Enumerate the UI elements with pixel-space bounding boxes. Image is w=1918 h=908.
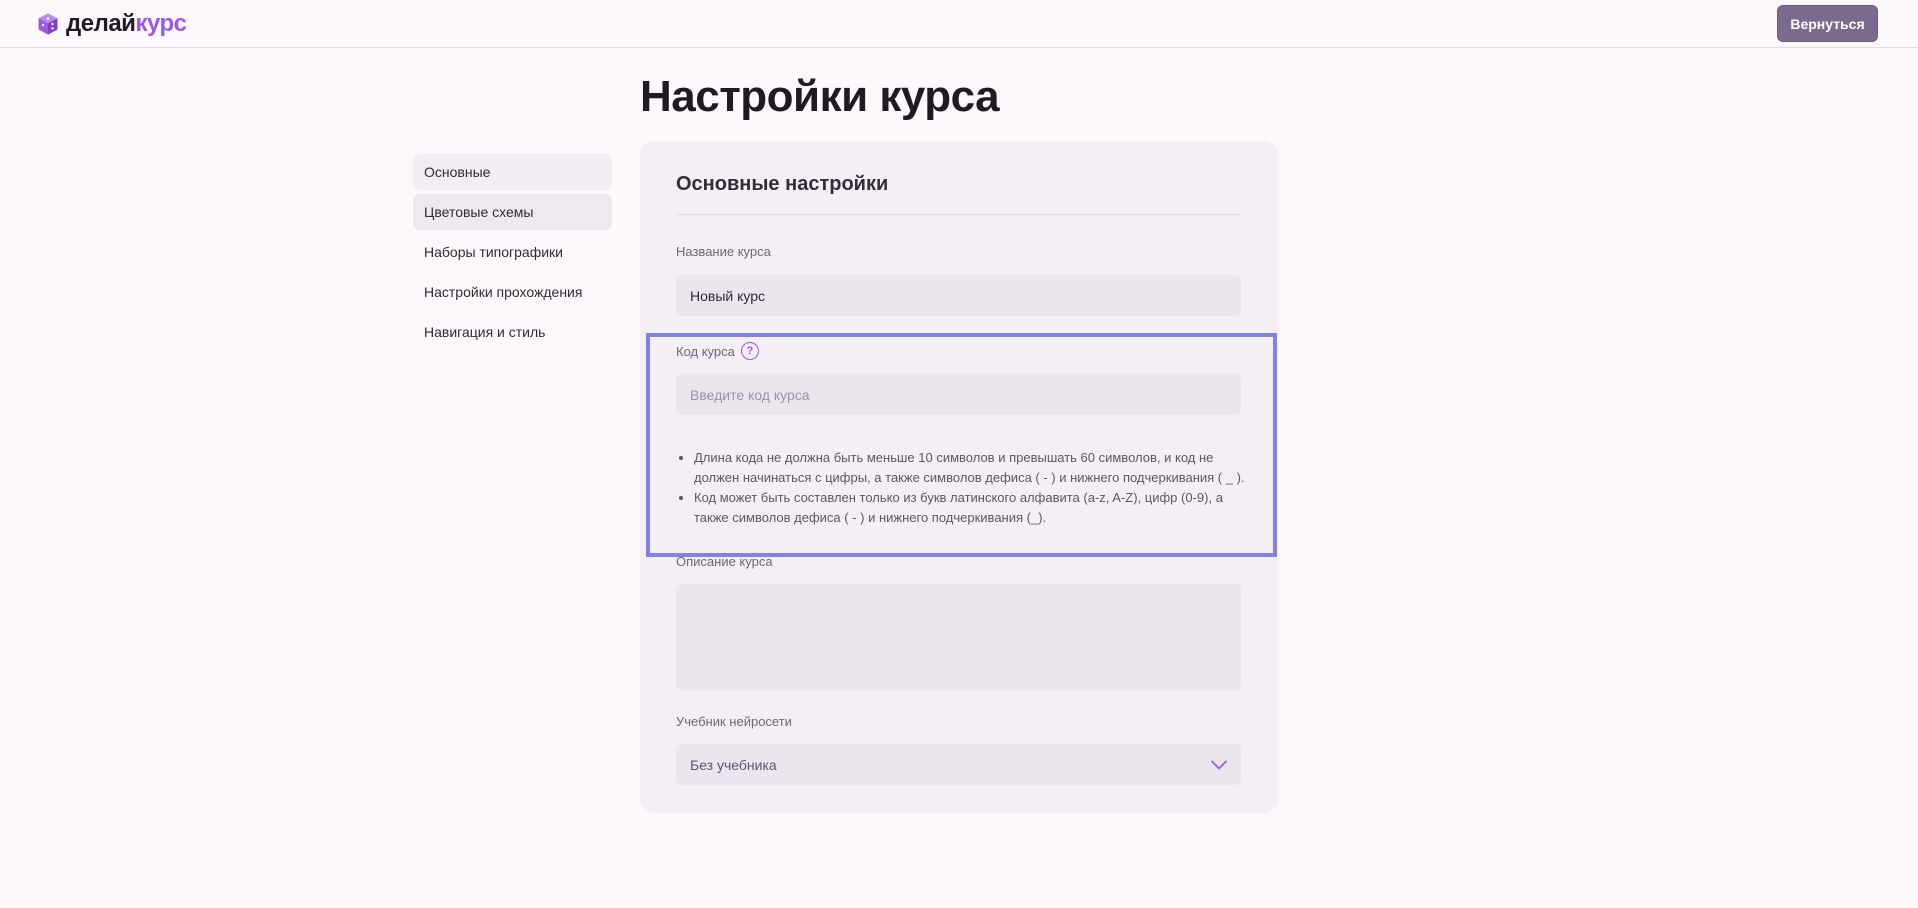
ai-textbook-label: Учебник нейросети xyxy=(676,714,792,729)
sidebar-item-label: Навигация и стиль xyxy=(424,324,546,340)
back-button[interactable]: Вернуться xyxy=(1777,5,1878,42)
course-description-textarea[interactable] xyxy=(676,584,1241,690)
sidebar-item-completion-settings[interactable]: Настройки прохождения xyxy=(413,274,612,310)
sidebar-item-typography-sets[interactable]: Наборы типографики xyxy=(413,234,612,270)
ai-textbook-select[interactable]: Без учебника xyxy=(676,744,1241,785)
logo-text-part2: курс xyxy=(135,10,187,37)
help-icon[interactable]: ? xyxy=(740,342,759,360)
divider xyxy=(676,214,1241,215)
course-code-rules: Длина кода не должна быть меньше 10 симв… xyxy=(676,448,1246,528)
rule-item: Код может быть составлен только из букв … xyxy=(694,488,1246,528)
course-code-input[interactable] xyxy=(676,374,1241,415)
basic-settings-card: Основные настройки Название курса Код ку… xyxy=(640,141,1278,813)
sidebar-item-navigation-style[interactable]: Навигация и стиль xyxy=(413,314,612,350)
sidebar-item-label: Основные xyxy=(424,164,491,180)
sidebar-item-label: Цветовые схемы xyxy=(424,204,534,220)
cube-logo-icon xyxy=(38,13,58,35)
course-code-label-text: Код курса xyxy=(676,343,735,359)
sidebar-item-label: Наборы типографики xyxy=(424,244,564,260)
page-title: Настройки курса xyxy=(640,72,1000,121)
course-name-input[interactable] xyxy=(676,275,1241,316)
course-description-label-text: Описание курса xyxy=(676,554,773,569)
ai-textbook-selected-value: Без учебника xyxy=(690,756,777,773)
chevron-down-icon xyxy=(1211,760,1227,769)
sidebar-item-basic[interactable]: Основные xyxy=(413,154,612,190)
rule-item: Длина кода не должна быть меньше 10 симв… xyxy=(694,448,1246,488)
logo-text-part1: делай xyxy=(66,10,136,37)
course-name-label-text: Название курса xyxy=(676,244,771,259)
sidebar-item-label: Настройки прохождения xyxy=(424,284,583,300)
card-title: Основные настройки xyxy=(676,173,889,195)
ai-textbook-label-text: Учебник нейросети xyxy=(676,714,792,729)
sidebar-item-color-schemes[interactable]: Цветовые схемы xyxy=(413,194,612,230)
settings-sidebar: Основные Цветовые схемы Наборы типографи… xyxy=(413,154,612,354)
logo[interactable]: делай курс xyxy=(36,10,187,38)
course-name-label: Название курса xyxy=(676,244,771,259)
course-description-label: Описание курса xyxy=(676,554,773,569)
course-code-label: Код курса ? xyxy=(676,342,759,360)
top-header: делай курс Вернуться xyxy=(0,0,1918,48)
